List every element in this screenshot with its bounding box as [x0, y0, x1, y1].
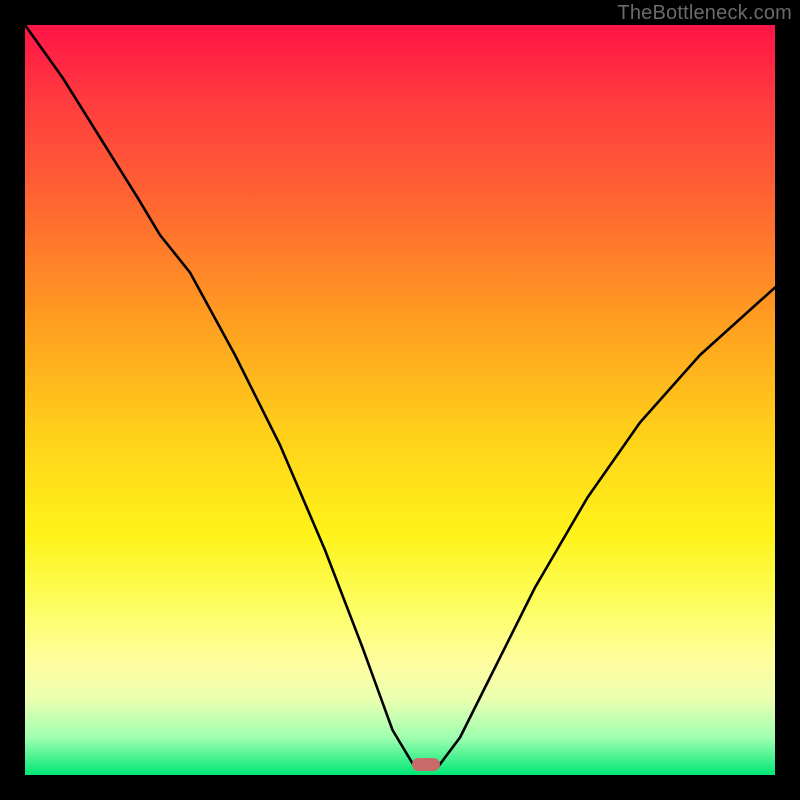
bottleneck-curve — [25, 25, 775, 775]
optimal-marker — [412, 758, 440, 771]
watermark-text: TheBottleneck.com — [617, 2, 792, 25]
plot-area — [25, 25, 775, 775]
chart-frame: TheBottleneck.com — [0, 0, 800, 800]
